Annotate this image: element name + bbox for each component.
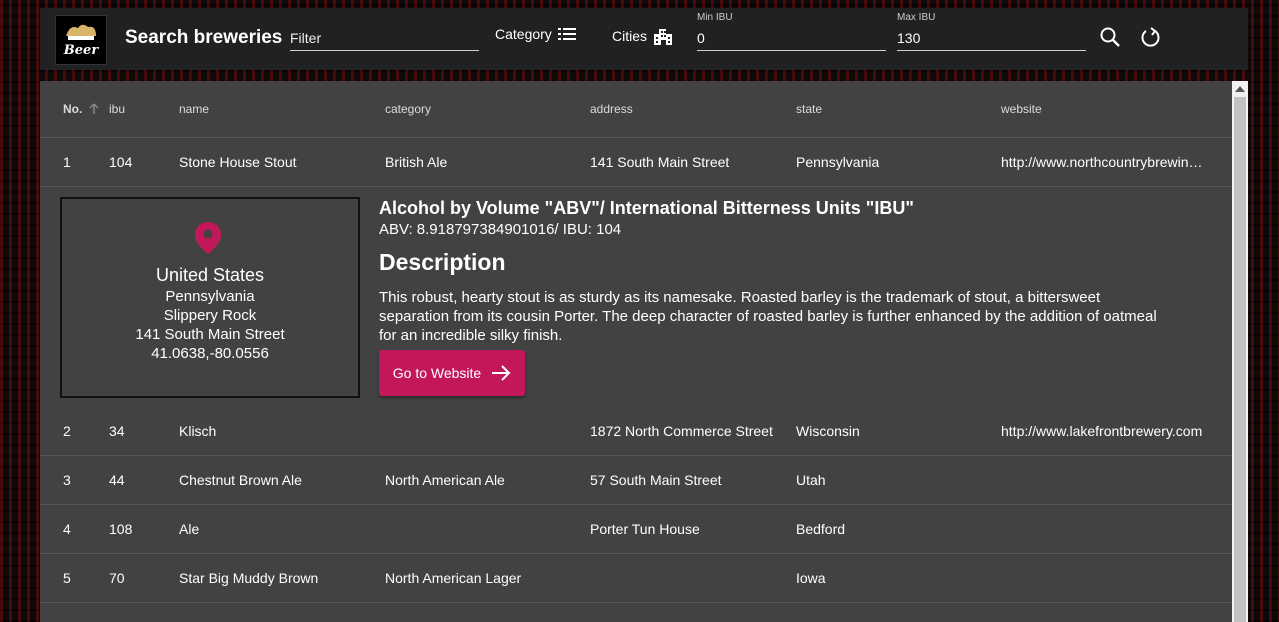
cell-state: Pennsylvania xyxy=(796,154,880,170)
cell-website[interactable]: http://www.northcountrybrewing.com xyxy=(1001,154,1206,170)
category-label: Category xyxy=(495,26,552,42)
cell-name: Chestnut Brown Ale xyxy=(179,472,302,488)
reset-button[interactable] xyxy=(1138,25,1164,51)
max-ibu-label: Max IBU xyxy=(897,12,936,23)
cell-name: Ale xyxy=(179,521,200,537)
logo-text: Beer xyxy=(63,43,100,58)
table-row[interactable]: 3 44 Chestnut Brown Ale North American A… xyxy=(40,456,1232,505)
header-state[interactable]: state xyxy=(796,102,822,116)
header-address[interactable]: address xyxy=(590,102,633,116)
filter-input[interactable] xyxy=(290,30,479,46)
min-ibu-input[interactable] xyxy=(697,30,886,46)
go-to-website-button[interactable]: Go to Website xyxy=(379,350,525,396)
search-icon xyxy=(1100,27,1120,47)
cell-state: Wisconsin xyxy=(796,423,860,439)
location-state: Pennsylvania xyxy=(165,288,255,305)
cell-address: 141 South Main Street xyxy=(590,154,730,170)
location-city: Slippery Rock xyxy=(163,307,257,324)
page-title: Search breweries xyxy=(125,27,283,48)
scroll-up-arrow-icon[interactable] xyxy=(1235,86,1245,92)
cell-category: British Ale xyxy=(385,154,448,170)
cell-ibu: 70 xyxy=(109,570,125,586)
cell-state: Iowa xyxy=(796,570,826,586)
location-address: 141 South Main Street xyxy=(135,326,285,343)
scrollbar-thumb[interactable] xyxy=(1234,97,1246,622)
cell-address: Porter Tun House xyxy=(590,521,700,537)
location-card: United States Pennsylvania Slippery Rock… xyxy=(60,197,360,398)
cell-address: 57 South Main Street xyxy=(590,472,722,488)
go-to-website-label: Go to Website xyxy=(392,365,482,381)
header-category[interactable]: category xyxy=(385,102,431,116)
cell-state: Utah xyxy=(796,472,826,488)
header-website[interactable]: website xyxy=(1001,102,1206,116)
cell-state: Bedford xyxy=(796,521,846,537)
search-button[interactable] xyxy=(1098,25,1124,51)
top-toolbar: Beer Search breweries Category Cities Mi… xyxy=(40,8,1248,70)
abv-ibu-value: ABV: 8.918797384901016/ IBU: 104 xyxy=(379,221,622,238)
category-button[interactable]: Category xyxy=(495,26,576,42)
abv-ibu-heading: Alcohol by Volume "ABV"/ International B… xyxy=(379,198,914,218)
cell-no: 1 xyxy=(63,154,71,170)
cell-no: 3 xyxy=(63,472,71,488)
table-header: No. ibu name category address state webs… xyxy=(40,81,1232,138)
max-ibu-input[interactable] xyxy=(897,30,1086,46)
map-pin-icon xyxy=(195,222,221,254)
cell-address: 1872 North Commerce Street xyxy=(590,423,773,439)
cell-no: 5 xyxy=(63,570,71,586)
beer-logo[interactable]: Beer xyxy=(55,15,107,65)
description-text: This robust, hearty stout is as sturdy a… xyxy=(379,289,1157,344)
cell-category: North American Ale xyxy=(385,472,505,488)
header-ibu[interactable]: ibu xyxy=(109,102,125,116)
location-country: United States xyxy=(155,265,265,285)
cell-ibu: 44 xyxy=(109,472,125,488)
vertical-scrollbar[interactable] xyxy=(1232,81,1248,622)
header-no[interactable]: No. xyxy=(63,102,82,116)
header-name[interactable]: name xyxy=(179,102,209,116)
beer-logo-icon: Beer xyxy=(63,24,100,58)
cell-ibu: 104 xyxy=(109,154,133,170)
cities-button[interactable]: Cities xyxy=(612,26,673,46)
reset-icon xyxy=(1141,27,1160,47)
table-row[interactable]: 1 104 Stone House Stout British Ale 141 … xyxy=(40,138,1232,187)
cell-name: Stone House Stout xyxy=(179,154,297,170)
cell-name: Klisch xyxy=(179,423,217,439)
list-icon xyxy=(557,28,576,40)
cities-label: Cities xyxy=(612,28,648,44)
cell-no: 4 xyxy=(63,521,71,537)
cell-category: North American Lager xyxy=(385,570,522,586)
min-ibu-label: Min IBU xyxy=(697,12,733,23)
cell-name: Star Big Muddy Brown xyxy=(179,570,319,586)
table-row[interactable]: 5 70 Star Big Muddy Brown North American… xyxy=(40,554,1232,603)
city-icon xyxy=(654,29,673,45)
filter-field[interactable] xyxy=(290,10,479,51)
cell-no: 2 xyxy=(63,423,71,439)
arrow-right-icon xyxy=(492,365,511,381)
cell-website[interactable]: http://www.lakefrontbrewery.com xyxy=(1001,423,1206,439)
min-ibu-field[interactable]: Min IBU xyxy=(697,10,886,51)
cell-ibu: 34 xyxy=(109,423,125,439)
table-row[interactable]: 2 34 Klisch 1872 North Commerce Street W… xyxy=(40,407,1232,456)
cell-ibu: 108 xyxy=(109,521,133,537)
location-coords: 41.0638,-80.0556 xyxy=(151,345,269,362)
breweries-table: No. ibu name category address state webs… xyxy=(40,81,1232,622)
row-detail: United States Pennsylvania Slippery Rock… xyxy=(40,186,1232,408)
table-row[interactable]: 4 108 Ale Porter Tun House Bedford xyxy=(40,505,1232,554)
description-heading: Description xyxy=(379,249,506,275)
max-ibu-field[interactable]: Max IBU xyxy=(897,10,1086,51)
arrow-up-icon xyxy=(89,103,99,114)
